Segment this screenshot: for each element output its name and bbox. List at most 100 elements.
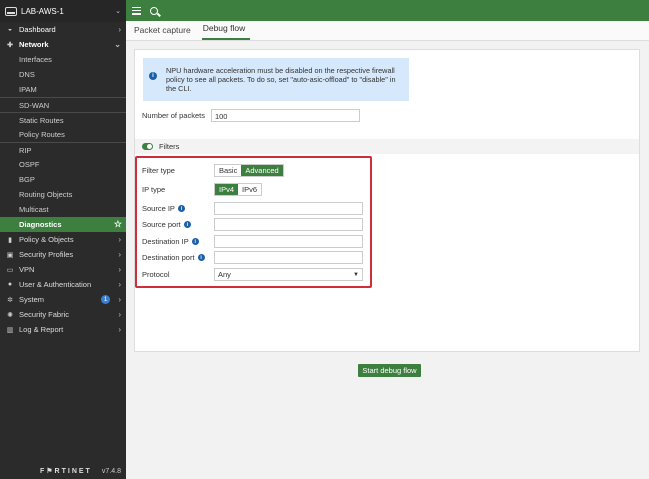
info-icon[interactable]: i <box>197 254 205 261</box>
tab-packet-capture[interactable]: Packet capture <box>133 25 196 40</box>
info-icon[interactable]: i <box>177 205 185 212</box>
sidebar-item-label: Diagnostics <box>19 220 62 229</box>
chevron-down-icon: ⌄ <box>115 8 121 15</box>
sidebar-item-ospf[interactable]: OSPF <box>0 157 126 172</box>
info-icon: i <box>149 72 157 80</box>
source-ip-input[interactable] <box>214 202 363 215</box>
device-selector[interactable]: LAB-AWS-1 ⌄ <box>0 0 126 22</box>
filter-type-advanced[interactable]: Advanced <box>241 165 283 176</box>
sidebar-item-label: VPN <box>19 265 35 274</box>
source-port-row: Source port i <box>142 218 363 231</box>
sidebar-item-log-report[interactable]: ▥ Log & Report › <box>0 322 126 337</box>
info-icon[interactable]: i <box>191 238 199 245</box>
sidebar-item-dashboard[interactable]: ◒ Dashboard › <box>0 22 126 37</box>
ip-type-ipv4[interactable]: IPv4 <box>215 184 239 195</box>
filter-type-basic[interactable]: Basic <box>215 165 242 176</box>
sidebar-item-policy-objects[interactable]: ▮ Policy & Objects › <box>0 232 126 247</box>
info-icon[interactable]: i <box>183 221 191 228</box>
sidebar-item-sdwan[interactable]: SD-WAN <box>0 97 126 112</box>
sidebar-item-bgp[interactable]: BGP <box>0 172 126 187</box>
filters-toggle[interactable] <box>142 143 153 150</box>
network-icon: ✚ <box>7 41 13 49</box>
chevron-right-icon: › <box>118 295 121 304</box>
sidebar-item-rip[interactable]: RIP <box>0 142 126 157</box>
destination-port-input[interactable] <box>214 251 363 264</box>
star-icon[interactable]: ☆ <box>114 219 122 230</box>
sidebar-item-user-auth[interactable]: ● User & Authentication › <box>0 277 126 292</box>
chevron-right-icon: › <box>118 25 121 34</box>
tab-bar: Packet capture Debug flow <box>126 21 649 41</box>
sidebar-item-dns[interactable]: DNS <box>0 67 126 82</box>
sidebar: LAB-AWS-1 ⌄ ◒ Dashboard › ✚ Network ⌄ In… <box>0 0 126 479</box>
destination-ip-input[interactable] <box>214 235 363 248</box>
protocol-label: Protocol <box>142 270 170 279</box>
sidebar-item-routing-objects[interactable]: Routing Objects <box>0 187 126 202</box>
ip-type-ipv6[interactable]: IPv6 <box>238 184 262 195</box>
protocol-value: Any <box>218 270 231 279</box>
chevron-right-icon: › <box>118 250 121 259</box>
search-icon[interactable] <box>150 6 158 15</box>
destination-ip-label-wrap: Destination IP i <box>142 237 214 246</box>
sidebar-item-security-fabric[interactable]: ✺ Security Fabric › <box>0 307 126 322</box>
ip-type-toggle: IPv4 IPv6 <box>214 183 263 196</box>
device-icon <box>5 6 17 16</box>
tab-debug-flow[interactable]: Debug flow <box>201 23 251 40</box>
source-port-input[interactable] <box>214 218 363 231</box>
sidebar-item-label: User & Authentication <box>19 280 92 289</box>
source-ip-row: Source IP i <box>142 202 363 215</box>
sidebar-item-security-profiles[interactable]: ▣ Security Profiles › <box>0 247 126 262</box>
chart-icon: ▥ <box>6 326 14 334</box>
sidebar-item-interfaces[interactable]: Interfaces <box>0 52 126 67</box>
sidebar-item-label: OSPF <box>19 160 40 169</box>
npu-notice: i NPU hardware acceleration must be disa… <box>143 58 409 101</box>
sidebar-item-system[interactable]: ✲ System 1 › <box>0 292 126 307</box>
destination-ip-label: Destination IP <box>142 237 189 246</box>
destination-port-label: Destination port <box>142 253 195 262</box>
user-icon: ● <box>7 281 13 288</box>
sidebar-item-ipam[interactable]: IPAM <box>0 82 126 97</box>
notification-badge: 1 <box>101 295 110 304</box>
protocol-select[interactable]: Any ▼ <box>214 268 363 281</box>
sidebar-item-label: Policy Routes <box>19 130 65 139</box>
destination-port-label-wrap: Destination port i <box>142 253 214 262</box>
chevron-right-icon: › <box>118 310 121 319</box>
ip-type-row: IP type IPv4 IPv6 <box>142 183 263 196</box>
gear-icon: ✲ <box>7 296 13 304</box>
chevron-right-icon: › <box>118 265 121 274</box>
packets-row: Number of packets 100 <box>142 109 360 122</box>
sidebar-item-label: Dashboard <box>19 25 56 34</box>
sidebar-footer: F⚑RTINET v7.4.8 <box>0 463 126 479</box>
filters-header: Filters <box>135 139 639 154</box>
sidebar-item-label: Security Profiles <box>19 250 74 259</box>
chevron-right-icon: › <box>118 280 121 289</box>
filter-type-toggle: Basic Advanced <box>214 164 284 177</box>
filter-type-label: Filter type <box>142 166 175 175</box>
dashboard-icon: ◒ <box>7 26 13 33</box>
start-debug-flow-button[interactable]: Start debug flow <box>358 364 421 377</box>
source-ip-label-wrap: Source IP i <box>142 204 214 213</box>
ip-type-label: IP type <box>142 185 166 194</box>
fabric-icon: ✺ <box>7 311 13 319</box>
top-bar <box>126 0 649 21</box>
sidebar-item-label: RIP <box>19 145 32 155</box>
policy-icon: ▮ <box>8 236 12 244</box>
sidebar-item-label: Log & Report <box>19 325 64 334</box>
source-ip-label: Source IP <box>142 204 175 213</box>
sidebar-item-diagnostics[interactable]: Diagnostics ☆ <box>0 217 126 232</box>
version-label: v7.4.8 <box>101 467 121 475</box>
menu-icon[interactable] <box>132 6 141 15</box>
sidebar-item-label: BGP <box>19 175 35 184</box>
caret-down-icon: ▼ <box>353 271 359 278</box>
monitor-icon: ▭ <box>6 266 14 274</box>
lock-icon: ▣ <box>6 251 14 259</box>
sidebar-item-label: Routing Objects <box>19 190 73 199</box>
sidebar-item-label: SD-WAN <box>19 100 50 110</box>
chevron-down-icon: ⌄ <box>114 40 121 49</box>
packets-label: Number of packets <box>142 111 205 120</box>
sidebar-item-vpn[interactable]: ▭ VPN › <box>0 262 126 277</box>
packets-input[interactable]: 100 <box>210 109 360 122</box>
sidebar-item-policy-routes[interactable]: Policy Routes <box>0 127 126 142</box>
sidebar-item-static-routes[interactable]: Static Routes <box>0 112 126 127</box>
sidebar-item-network[interactable]: ✚ Network ⌄ <box>0 37 126 52</box>
sidebar-item-multicast[interactable]: Multicast <box>0 202 126 217</box>
